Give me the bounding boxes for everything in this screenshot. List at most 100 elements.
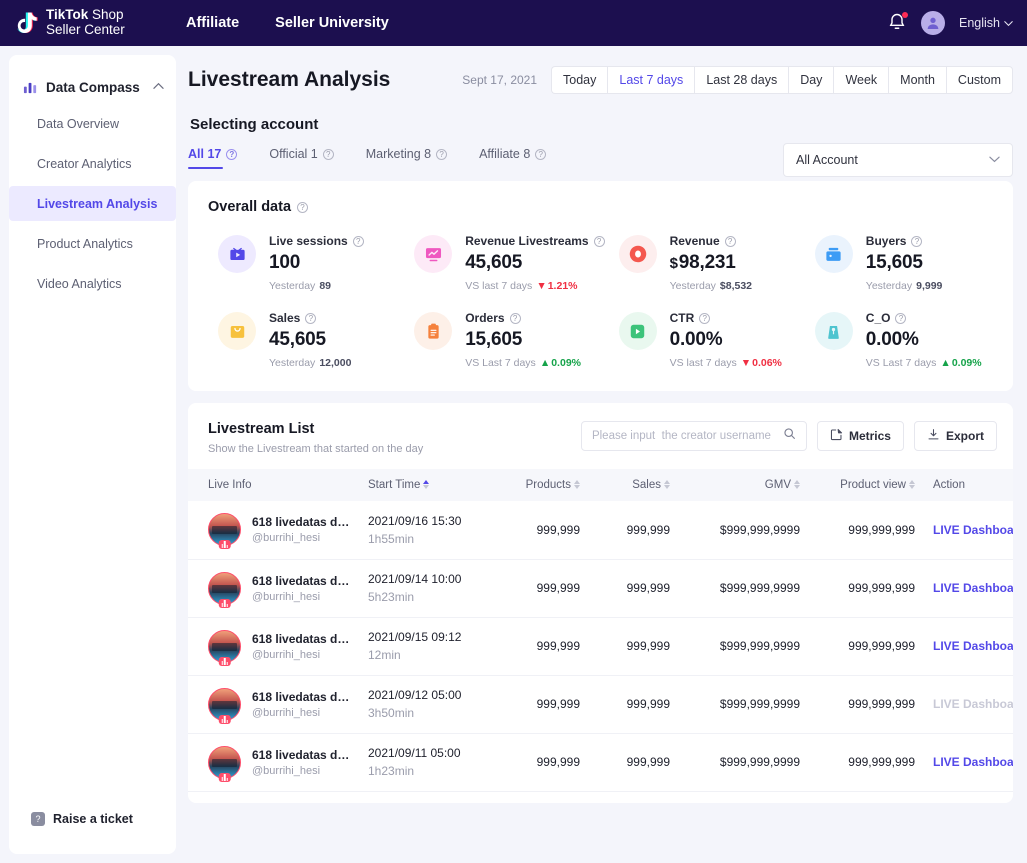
sort-icon[interactable] xyxy=(574,480,580,489)
help-icon[interactable]: ? xyxy=(895,313,906,324)
cell-products: 999,999 xyxy=(498,501,598,559)
tab-all[interactable]: All 17 ? xyxy=(188,147,237,169)
col-products[interactable]: Products xyxy=(498,469,598,501)
range-day[interactable]: Day xyxy=(788,66,833,94)
cell-live-info: 618 livedatas dsha... @burrihi_hesi xyxy=(188,559,368,617)
start-time-value: 2021/09/11 05:00 xyxy=(368,746,480,760)
overall-data-title: Overall data xyxy=(208,199,291,215)
metric-subtext: Yesterday 9,999 xyxy=(866,280,943,292)
download-icon xyxy=(927,428,940,444)
sidebar-item-creator-analytics[interactable]: Creator Analytics xyxy=(9,146,176,181)
help-icon[interactable]: ? xyxy=(594,236,605,247)
metric-value: $98,231 xyxy=(670,252,752,274)
col-live-info: Live Info xyxy=(188,469,368,501)
search-icon[interactable] xyxy=(783,427,796,445)
live-dashboard-link[interactable]: LIVE Dashboaed xyxy=(933,523,1013,537)
help-icon[interactable]: ? xyxy=(305,313,316,324)
sidebar-item-livestream-analysis[interactable]: Livestream Analysis xyxy=(9,186,176,221)
search-input[interactable] xyxy=(592,430,783,442)
help-icon[interactable]: ? xyxy=(510,313,521,324)
tab-marketing[interactable]: Marketing 8 ? xyxy=(366,147,447,169)
tab-affiliate[interactable]: Affiliate 8 ? xyxy=(479,147,546,169)
live-dashboard-link[interactable]: LIVE Dashboaed xyxy=(933,581,1013,595)
tab-official[interactable]: Official 1 ? xyxy=(269,147,333,169)
table-row[interactable]: 618 livedatas dsha... @burrihi_hesi 2021… xyxy=(188,501,1013,559)
col-start-time[interactable]: Start Time xyxy=(368,469,498,501)
cell-action: LIVE Dashboaed xyxy=(933,559,1013,617)
help-icon[interactable]: ? xyxy=(226,149,237,160)
metric-delta: ▲0.09% xyxy=(540,357,581,369)
range-last-7-days[interactable]: Last 7 days xyxy=(607,66,694,94)
sort-icon[interactable] xyxy=(664,480,670,489)
cell-live-info: 618 livedatas @burrihi_hesi xyxy=(188,791,368,803)
table-header-row: Live Info Start Time Products Sales GMV xyxy=(188,469,1013,501)
range-custom[interactable]: Custom xyxy=(946,66,1013,94)
metric-sub-label: Yesterday xyxy=(269,357,315,369)
col-action: Action xyxy=(933,469,1013,501)
livestream-list-subtitle: Show the Livestream that started on the … xyxy=(208,443,423,455)
start-time-value: 2021/09/12 05:00 xyxy=(368,688,480,702)
start-time-value: 2021/09/14 10:00 xyxy=(368,572,480,586)
col-gmv[interactable]: GMV xyxy=(688,469,818,501)
brand-logo-block[interactable]: TikTok Shop Seller Center xyxy=(12,8,162,38)
live-dashboard-link[interactable]: LIVE Dashboaed xyxy=(933,755,1013,769)
chevron-up-icon[interactable] xyxy=(153,82,164,93)
language-selector[interactable]: English xyxy=(959,16,1013,30)
help-icon[interactable]: ? xyxy=(699,313,710,324)
metric-label: C_O xyxy=(866,311,891,325)
metric-value: 0.00% xyxy=(866,329,982,351)
table-row[interactable]: 618 livedatas @burrihi_hesi xyxy=(188,791,1013,803)
duration-value: 3h50min xyxy=(368,706,480,720)
creator-search-box[interactable] xyxy=(581,421,807,451)
live-badge-icon xyxy=(218,540,231,549)
notifications-button[interactable] xyxy=(887,12,907,34)
metrics-button[interactable]: Metrics xyxy=(817,421,904,451)
range-last-28-days[interactable]: Last 28 days xyxy=(694,66,788,94)
help-icon[interactable]: ? xyxy=(297,202,308,213)
table-row[interactable]: 618 livedatas dsha... @burrihi_hesi 2021… xyxy=(188,733,1013,791)
nav-link-affiliate[interactable]: Affiliate xyxy=(186,15,239,31)
cell-start-time: 2021/09/11 05:00 1h23min xyxy=(368,733,498,791)
livestream-name: 618 livedatas dsha... xyxy=(252,748,352,762)
cell-action: LIVE Dashboaed xyxy=(933,617,1013,675)
range-today[interactable]: Today xyxy=(551,66,607,94)
sort-icon[interactable] xyxy=(794,480,800,489)
range-week[interactable]: Week xyxy=(833,66,888,94)
sidebar-group-data-compass[interactable]: Data Compass xyxy=(9,73,176,101)
creator-username: @burrihi_hesi xyxy=(252,765,352,777)
help-icon[interactable]: ? xyxy=(353,236,364,247)
cell-product-view: 999,999,999 xyxy=(818,675,933,733)
metric-delta: ▲0.09% xyxy=(940,357,981,369)
sidebar-item-data-overview[interactable]: Data Overview xyxy=(9,106,176,141)
tab-marketing-label: Marketing 8 xyxy=(366,147,431,161)
sort-icon[interactable] xyxy=(423,480,429,489)
help-icon[interactable]: ? xyxy=(436,149,447,160)
help-icon[interactable]: ? xyxy=(535,149,546,160)
metric-label: Buyers xyxy=(866,234,907,248)
help-icon[interactable]: ? xyxy=(323,149,334,160)
help-icon[interactable]: ? xyxy=(725,236,736,247)
sort-icon[interactable] xyxy=(909,480,915,489)
help-icon[interactable]: ? xyxy=(911,236,922,247)
user-avatar[interactable] xyxy=(921,11,945,35)
metric-sub-value: 12,000 xyxy=(319,357,351,369)
sidebar-item-video-analytics[interactable]: Video Analytics xyxy=(9,266,176,301)
col-product-view[interactable]: Product view xyxy=(818,469,933,501)
export-button[interactable]: Export xyxy=(914,421,997,451)
metric-sub-value: 9,999 xyxy=(916,280,942,292)
metric-label: Orders xyxy=(465,311,504,325)
table-row[interactable]: 618 livedatas dsha... @burrihi_hesi 2021… xyxy=(188,675,1013,733)
date-range-segmented-control: Today Last 7 days Last 28 days Day Week … xyxy=(551,66,1013,94)
metric-buyers: Buyers ? 15,605 Yesterday 9,999 xyxy=(801,233,997,292)
live-dashboard-link[interactable]: LIVE Dashboaed xyxy=(933,639,1013,653)
raise-a-ticket-button[interactable]: ? Raise a ticket xyxy=(31,812,133,826)
cell-gmv xyxy=(688,791,818,803)
table-row[interactable]: 618 livedatas dsha... @burrihi_hesi 2021… xyxy=(188,559,1013,617)
tote-bag-icon xyxy=(815,312,853,350)
account-select-dropdown[interactable]: All Account xyxy=(783,143,1013,177)
nav-link-seller-university[interactable]: Seller University xyxy=(275,15,389,31)
range-month[interactable]: Month xyxy=(888,66,946,94)
table-row[interactable]: 618 livedatas dsha... @burrihi_hesi 2021… xyxy=(188,617,1013,675)
sidebar-item-product-analytics[interactable]: Product Analytics xyxy=(9,226,176,261)
col-sales[interactable]: Sales xyxy=(598,469,688,501)
